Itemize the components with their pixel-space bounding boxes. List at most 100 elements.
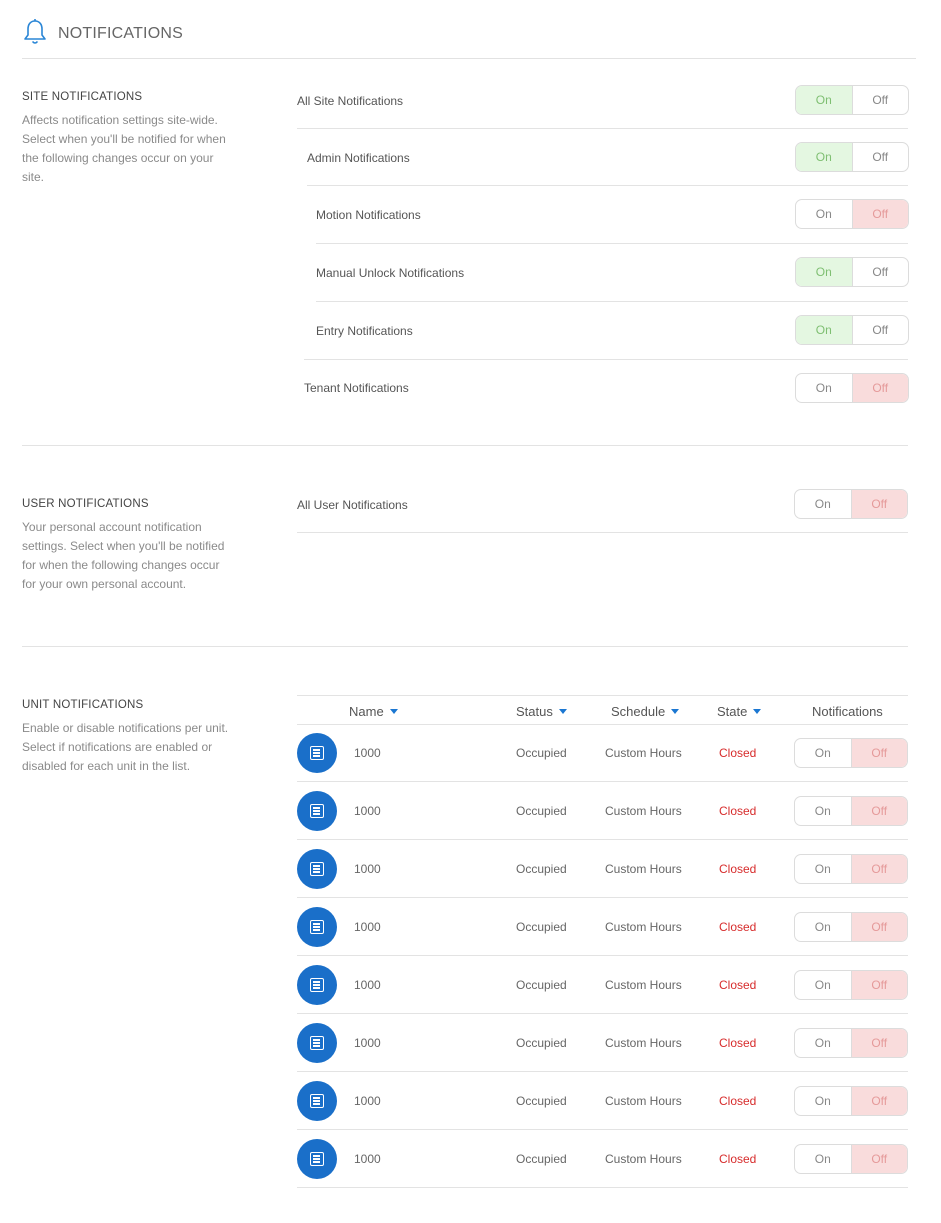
unit-notifications-toggle[interactable]: On Off xyxy=(794,970,908,1000)
unit-state: Closed xyxy=(719,920,757,934)
unit-schedule: Custom Hours xyxy=(605,862,682,876)
toggle-on[interactable]: On xyxy=(796,86,852,114)
toggle-off[interactable]: Off xyxy=(851,258,909,286)
toggle-off[interactable]: Off xyxy=(850,1145,907,1173)
unit-notifications-toggle[interactable]: On Off xyxy=(794,1028,908,1058)
toggle-off[interactable]: Off xyxy=(850,797,907,825)
unit-schedule: Custom Hours xyxy=(605,978,682,992)
toggle-on[interactable]: On xyxy=(795,1087,851,1115)
toggle-on[interactable]: On xyxy=(796,316,852,344)
motion-notifications-toggle[interactable]: On Off xyxy=(795,199,909,229)
unit-state: Closed xyxy=(719,978,757,992)
sort-caret-icon xyxy=(671,709,680,714)
unit-schedule: Custom Hours xyxy=(605,1094,682,1108)
toggle-off[interactable]: Off xyxy=(850,1029,907,1057)
toggle-off[interactable]: Off xyxy=(850,913,907,941)
column-header-schedule[interactable]: Schedule xyxy=(611,704,680,719)
table-top-border xyxy=(297,695,908,696)
table-header-border xyxy=(297,724,908,725)
unit-notifications-toggle[interactable]: On Off xyxy=(794,738,908,768)
toggle-on[interactable]: On xyxy=(796,374,852,402)
row-label: Tenant Notifications xyxy=(304,381,409,395)
section-divider xyxy=(22,445,908,446)
row-divider xyxy=(297,955,908,956)
unit-schedule: Custom Hours xyxy=(605,1152,682,1166)
unit-section-title: UNIT NOTIFICATIONS xyxy=(22,699,144,711)
row-divider xyxy=(297,1013,908,1014)
unit-status: Occupied xyxy=(516,1094,567,1108)
unit-door-icon xyxy=(297,1081,337,1121)
site-section-title: SITE NOTIFICATIONS xyxy=(22,91,143,103)
sort-caret-icon xyxy=(753,709,762,714)
toggle-off[interactable]: Off xyxy=(850,855,907,883)
row-divider xyxy=(297,839,908,840)
toggle-off[interactable]: Off xyxy=(850,739,907,767)
admin-notifications-toggle[interactable]: On Off xyxy=(795,142,909,172)
unit-schedule: Custom Hours xyxy=(605,746,682,760)
toggle-on[interactable]: On xyxy=(796,200,852,228)
site-section-description: Affects notification settings site-wide.… xyxy=(22,113,226,184)
unit-name: 1000 xyxy=(354,804,381,818)
tenant-notifications-toggle[interactable]: On Off xyxy=(795,373,909,403)
all-site-notifications-toggle[interactable]: On Off xyxy=(795,85,909,115)
toggle-on[interactable]: On xyxy=(795,490,851,518)
unit-notifications-toggle[interactable]: On Off xyxy=(794,1086,908,1116)
column-header-status[interactable]: Status xyxy=(516,704,567,719)
row-label: Manual Unlock Notifications xyxy=(316,266,465,280)
toggle-on[interactable]: On xyxy=(795,913,851,941)
toggle-on[interactable]: On xyxy=(795,855,851,883)
unit-notifications-toggle[interactable]: On Off xyxy=(794,1144,908,1174)
manual-unlock-notifications-toggle[interactable]: On Off xyxy=(795,257,909,287)
row-divider xyxy=(297,897,908,898)
unit-status: Occupied xyxy=(516,1036,567,1050)
toggle-off[interactable]: Off xyxy=(851,374,908,402)
unit-notifications-toggle[interactable]: On Off xyxy=(794,854,908,884)
unit-schedule: Custom Hours xyxy=(605,804,682,818)
divider xyxy=(316,301,908,302)
unit-notifications-toggle[interactable]: On Off xyxy=(794,912,908,942)
column-header-name[interactable]: Name xyxy=(349,704,398,719)
unit-notifications-toggle[interactable]: On Off xyxy=(794,796,908,826)
row-label: Motion Notifications xyxy=(316,208,421,222)
unit-state: Closed xyxy=(719,862,757,876)
unit-door-icon xyxy=(297,849,337,889)
toggle-on[interactable]: On xyxy=(795,797,851,825)
toggle-on[interactable]: On xyxy=(795,739,851,767)
unit-status: Occupied xyxy=(516,978,567,992)
row-divider xyxy=(297,781,908,782)
unit-name: 1000 xyxy=(354,1036,381,1050)
toggle-on[interactable]: On xyxy=(795,1029,851,1057)
divider xyxy=(316,243,908,244)
column-header-notifications: Notifications xyxy=(812,704,883,719)
all-user-notifications-toggle[interactable]: On Off xyxy=(794,489,908,519)
toggle-off[interactable]: Off xyxy=(851,316,909,344)
section-divider xyxy=(22,646,908,647)
toggle-on[interactable]: On xyxy=(796,258,852,286)
toggle-off[interactable]: Off xyxy=(850,490,907,518)
toggle-off[interactable]: Off xyxy=(851,143,909,171)
unit-state: Closed xyxy=(719,1152,757,1166)
toggle-on[interactable]: On xyxy=(796,143,852,171)
page-header: NOTIFICATIONS xyxy=(22,18,916,59)
toggle-off[interactable]: Off xyxy=(850,971,907,999)
toggle-off[interactable]: Off xyxy=(851,200,908,228)
toggle-off[interactable]: Off xyxy=(850,1087,907,1115)
unit-name: 1000 xyxy=(354,978,381,992)
unit-schedule: Custom Hours xyxy=(605,1036,682,1050)
row-divider xyxy=(297,1129,908,1130)
entry-notifications-toggle[interactable]: On Off xyxy=(795,315,909,345)
row-label: All Site Notifications xyxy=(297,94,404,108)
divider xyxy=(304,359,908,360)
toggle-off[interactable]: Off xyxy=(851,86,909,114)
toggle-on[interactable]: On xyxy=(795,1145,851,1173)
column-header-state[interactable]: State xyxy=(717,704,762,719)
unit-state: Closed xyxy=(719,1036,757,1050)
unit-name: 1000 xyxy=(354,1094,381,1108)
bell-icon xyxy=(24,19,46,44)
unit-status: Occupied xyxy=(516,862,567,876)
unit-name: 1000 xyxy=(354,746,381,760)
sort-caret-icon xyxy=(558,709,567,714)
unit-door-icon xyxy=(297,965,337,1005)
toggle-on[interactable]: On xyxy=(795,971,851,999)
row-divider xyxy=(297,1187,908,1188)
